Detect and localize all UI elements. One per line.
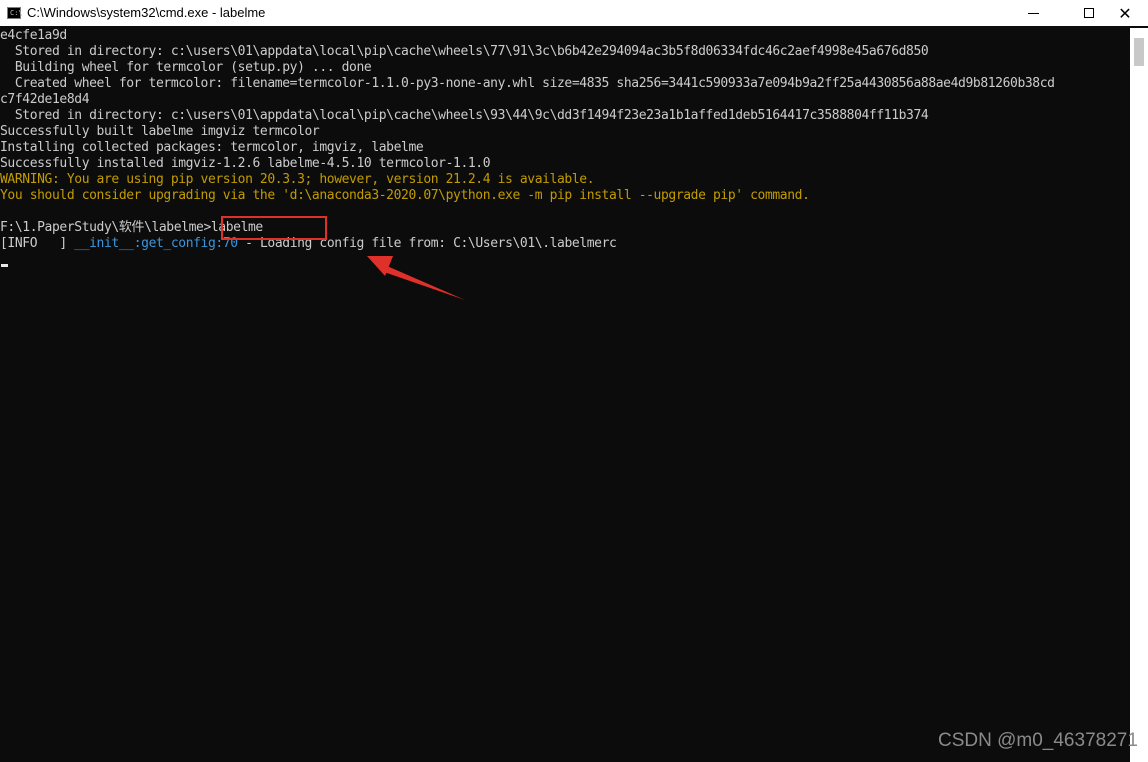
- watermark: CSDN @m0_46378271: [938, 730, 1138, 751]
- scrollbar-thumb[interactable]: [1134, 38, 1144, 66]
- annotation-arrow-icon: [367, 256, 465, 300]
- vertical-scrollbar[interactable]: [1130, 28, 1148, 762]
- arrow-shaft: [384, 266, 465, 300]
